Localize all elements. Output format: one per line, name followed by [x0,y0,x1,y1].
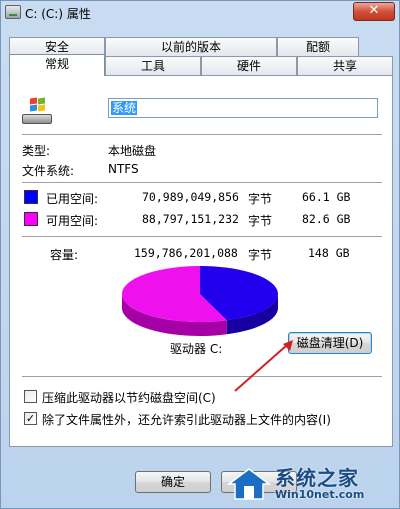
house-logo-icon [227,468,271,500]
index-label: 除了文件属性外，还允许索引此驱动器上文件的内容(I) [42,413,331,427]
divider [22,236,382,237]
capacity-bytes: 159,786,201,088 [134,246,238,260]
tab-previous-versions[interactable]: 以前的版本 [105,37,277,56]
close-button[interactable]: ✕ [353,2,395,21]
windows-drive-icon [22,97,52,124]
drive-name-field[interactable]: 系统 [108,98,378,118]
type-label: 类型: [22,144,51,158]
free-space-bytes: 88,797,151,232 [142,212,239,226]
drive-name-value: 系统 [111,101,138,115]
filesystem-value: NTFS [108,162,139,176]
compress-label: 压缩此驱动器以节约磁盘空间(C) [42,391,216,405]
properties-window: C: (C:) 属性 ✕ 安全 以前的版本 配额 常规 工具 硬件 共享 系统 … [0,0,400,509]
tab-tools[interactable]: 工具 [105,56,201,75]
disk-usage-pie-chart [122,266,279,336]
capacity-label: 容量: [50,248,79,262]
free-space-unit: 字节 [248,214,273,228]
general-tab-panel: 系统 类型: 本地磁盘 文件系统: NTFS 已用空间: 70,989,049,… [9,75,393,447]
type-value: 本地磁盘 [108,144,157,158]
drive-icon [5,5,21,19]
tab-hardware[interactable]: 硬件 [201,56,297,75]
used-space-label: 已用空间: [46,192,99,206]
capacity-unit: 字节 [248,248,273,262]
watermark-subtitle: Win10net.com [275,488,365,501]
used-space-swatch [24,190,38,204]
index-checkbox[interactable]: ✓ [24,412,37,425]
compress-checkbox[interactable] [24,390,37,403]
window-title: C: (C:) 属性 [25,7,91,21]
tab-sharing[interactable]: 共享 [297,56,393,75]
capacity-size: 148 GB [308,246,350,260]
free-space-label: 可用空间: [46,214,99,228]
divider [22,376,382,377]
used-space-size: 66.1 GB [302,190,351,204]
drive-label: 驱动器 C: [170,342,223,356]
used-space-unit: 字节 [248,192,273,206]
watermark-title: 系统之家 [275,466,359,490]
tab-row-front: 常规 工具 硬件 共享 [9,54,393,76]
free-space-swatch [24,212,38,226]
watermark: 系统之家 Win10net.com [227,458,399,508]
divider [22,134,382,135]
disk-cleanup-button[interactable]: 磁盘清理(D) [288,332,372,354]
ok-button[interactable]: 确定 [135,471,211,493]
title-bar[interactable]: C: (C:) 属性 ✕ [1,1,400,25]
filesystem-label: 文件系统: [22,164,75,178]
tab-general[interactable]: 常规 [9,54,105,76]
divider [22,182,382,183]
used-space-bytes: 70,989,049,856 [142,190,239,204]
tab-quota[interactable]: 配额 [277,37,359,56]
free-space-size: 82.6 GB [302,212,351,226]
